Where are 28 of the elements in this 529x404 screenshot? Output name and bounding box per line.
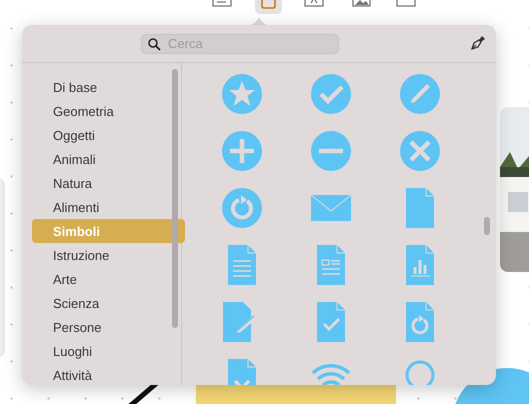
category-item[interactable]: Scienza	[32, 291, 185, 315]
pencil-icon[interactable]	[400, 74, 440, 114]
minus-icon[interactable]	[311, 131, 351, 171]
scrollbar-thumb[interactable]	[484, 217, 490, 235]
comment-icon	[396, 0, 417, 9]
close-icon[interactable]	[400, 131, 440, 171]
check-icon[interactable]	[311, 74, 351, 114]
category-item[interactable]: Persone	[32, 315, 185, 339]
shape-tool-button[interactable]	[255, 0, 282, 14]
category-item[interactable]: Luoghi	[32, 339, 185, 363]
table-icon	[212, 0, 233, 9]
category-item[interactable]: Natura	[32, 171, 185, 195]
pen-icon[interactable]	[470, 35, 486, 51]
shape-icon	[258, 0, 279, 9]
category-item[interactable]: Istruzione	[32, 243, 185, 267]
search-icon	[148, 38, 161, 50]
category-item[interactable]: Attività	[32, 363, 185, 387]
plus-icon[interactable]	[222, 131, 262, 171]
category-item[interactable]: Arte	[32, 267, 185, 291]
category-item[interactable]: Oggetti	[32, 123, 185, 147]
refresh-icon[interactable]	[222, 188, 262, 228]
category-item[interactable]: Alimenti	[32, 195, 185, 219]
media-icon	[350, 0, 371, 9]
scrollbar-thumb[interactable]	[172, 69, 178, 328]
text-icon	[304, 0, 325, 9]
category-item[interactable]: Geometria	[32, 99, 185, 123]
category-item[interactable]: Di base	[32, 75, 185, 99]
category-item[interactable]: Animali	[32, 147, 185, 171]
